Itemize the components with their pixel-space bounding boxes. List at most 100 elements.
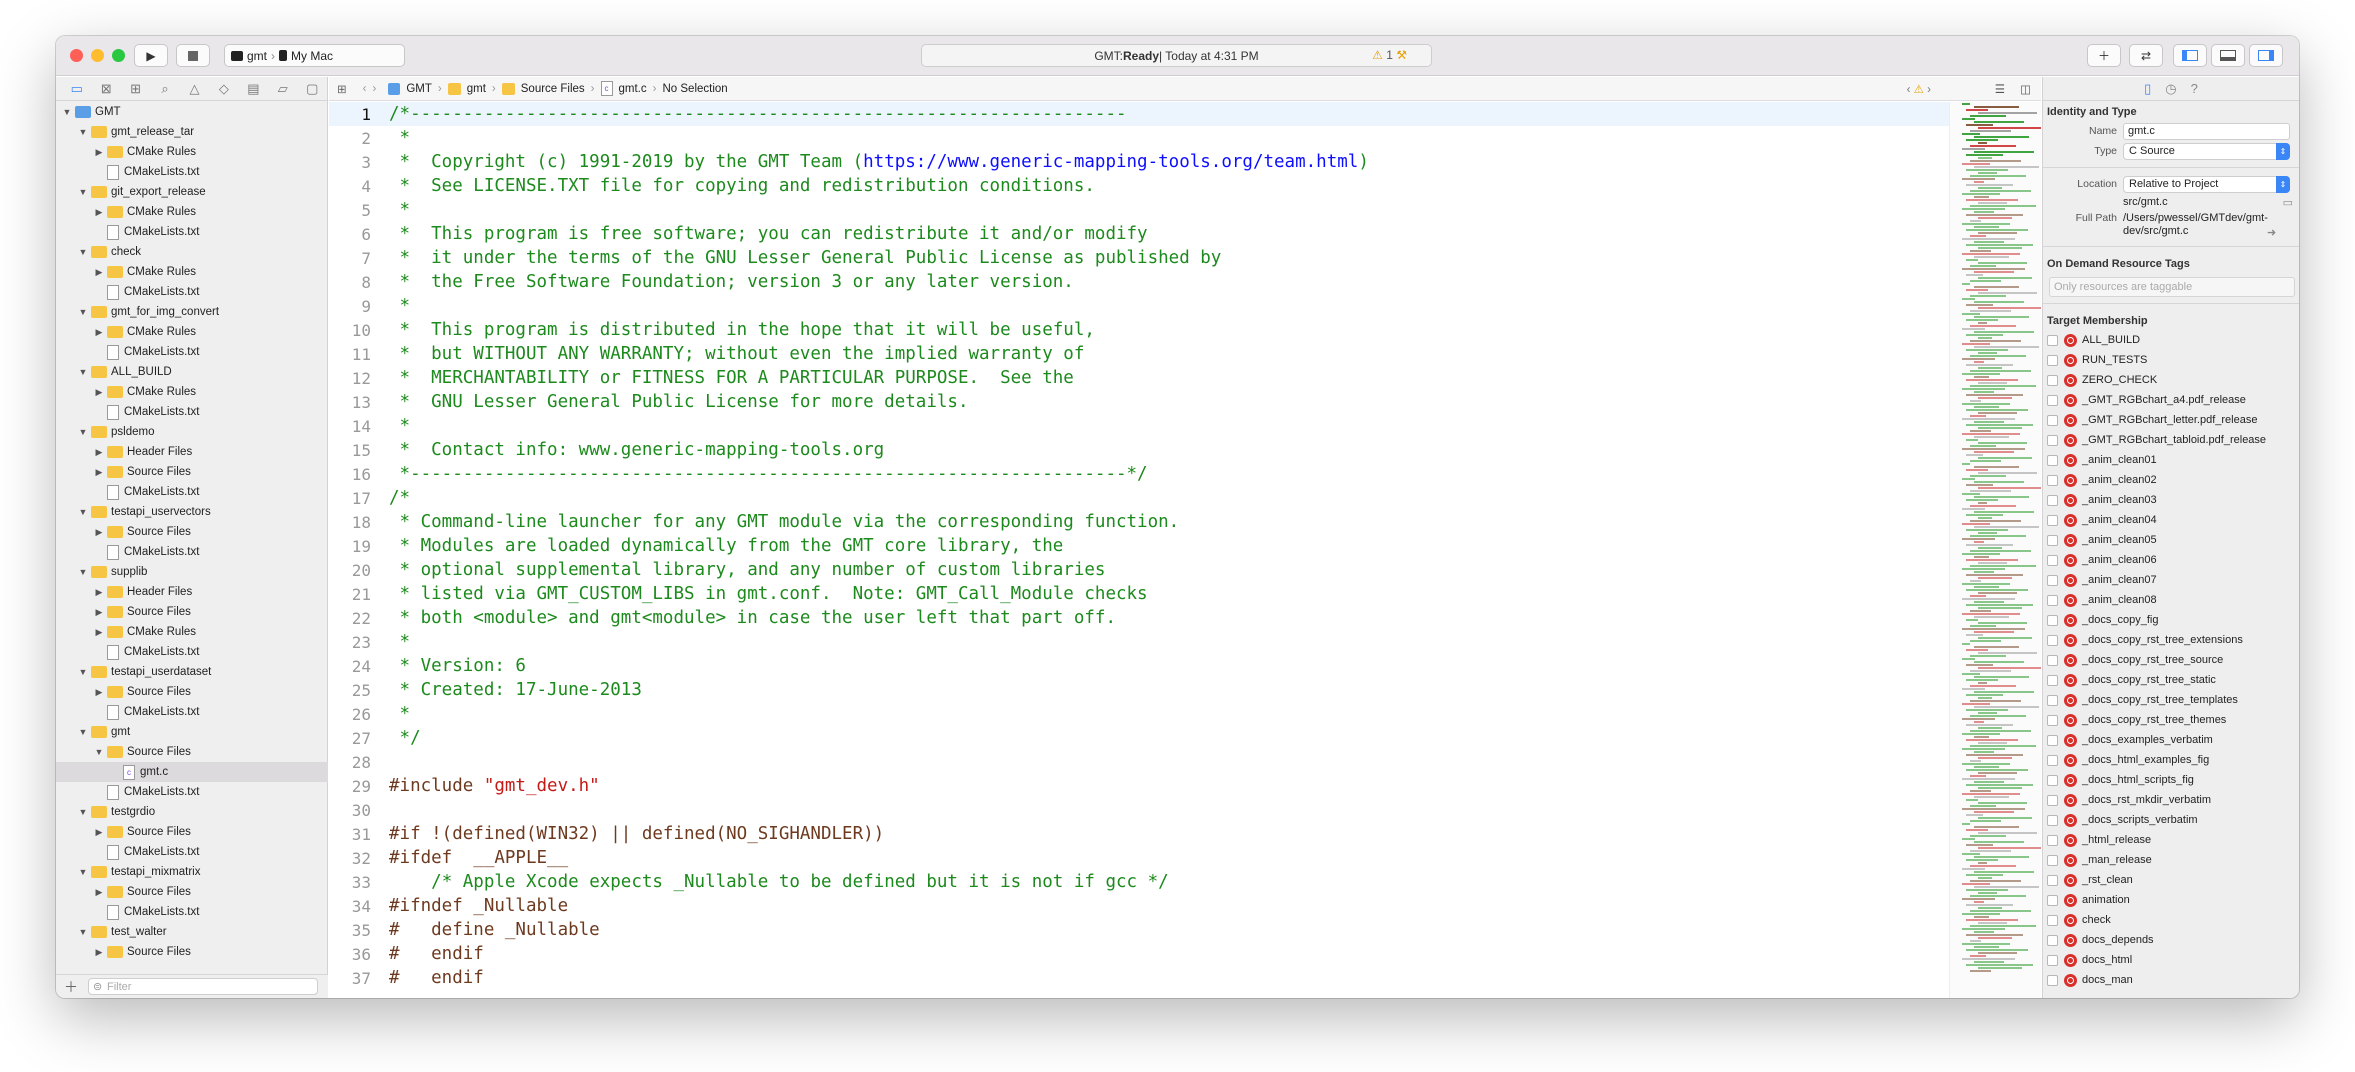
target-row[interactable]: _docs_copy_rst_tree_themes [2043,710,2299,730]
find-icon[interactable]: ⌕ [150,81,179,97]
code-line[interactable]: 36 # endif [329,942,1949,966]
disclosure-closed-icon[interactable]: ▶ [94,827,104,838]
tree-item[interactable]: ▶ Header Files [56,442,328,462]
target-checkbox[interactable] [2047,634,2058,646]
breakpoint-icon[interactable]: ▱ [268,81,297,97]
target-checkbox[interactable] [2047,654,2058,666]
target-checkbox[interactable] [2047,554,2058,566]
tree-item[interactable]: ▶ CMake Rules [56,262,328,282]
code-line[interactable]: 5 * [329,198,1949,222]
target-row[interactable]: docs_html [2043,950,2299,970]
target-row[interactable]: RUN_TESTS [2043,350,2299,370]
tree-item[interactable]: CMakeLists.txt [56,162,328,182]
target-checkbox[interactable] [2047,694,2058,706]
disclosure-closed-icon[interactable]: ▶ [94,267,104,278]
code-line[interactable]: 30 [329,798,1949,822]
breadcrumb-file[interactable]: gmt.c [619,83,647,95]
minimize-window-button[interactable] [91,49,104,62]
target-checkbox[interactable] [2047,894,2058,906]
target-row[interactable]: ZERO_CHECK [2043,370,2299,390]
tree-item[interactable]: ▼ gmt_for_img_convert [56,302,328,322]
code-line[interactable]: 28 [329,750,1949,774]
target-row[interactable]: _rst_clean [2043,870,2299,890]
target-row[interactable]: _anim_clean02 [2043,470,2299,490]
debug-icon[interactable]: ▤ [239,81,268,97]
tree-item[interactable]: ▶ Source Files [56,942,328,962]
tree-item[interactable]: ▶ Source Files [56,822,328,842]
tree-item[interactable]: ▼ git_export_release [56,182,328,202]
code-line[interactable]: 37 # endif [329,966,1949,990]
filter-field[interactable]: ⊜ Filter [88,978,318,995]
code-line[interactable]: 15 * Contact info: www.generic-mapping-t… [329,438,1949,462]
target-checkbox[interactable] [2047,494,2058,506]
target-checkbox[interactable] [2047,394,2058,406]
target-row[interactable]: _GMT_RGBchart_tabloid.pdf_release [2043,430,2299,450]
target-checkbox[interactable] [2047,914,2058,926]
code-line[interactable]: 4 * See LICENSE.TXT file for copying and… [329,174,1949,198]
code-line[interactable]: 10 * This program is distributed in the … [329,318,1949,342]
stop-button[interactable] [176,44,210,67]
target-checkbox[interactable] [2047,774,2058,786]
target-checkbox[interactable] [2047,334,2058,346]
target-checkbox[interactable] [2047,714,2058,726]
code-line[interactable]: 32 #ifdef __APPLE__ [329,846,1949,870]
disclosure-open-icon[interactable]: ▼ [62,107,72,117]
disclosure-open-icon[interactable]: ▼ [78,867,88,877]
disclosure-open-icon[interactable]: ▼ [78,567,88,577]
tree-item[interactable]: ▶ Source Files [56,522,328,542]
minimap-toggle-icon[interactable]: ☰ [1995,82,2005,96]
tree-item[interactable]: CMakeLists.txt [56,482,328,502]
tree-item[interactable]: ▼ gmt [56,722,328,742]
tree-item[interactable]: ▶ Source Files [56,462,328,482]
disclosure-closed-icon[interactable]: ▶ [94,147,104,158]
code-line[interactable]: 35 # define _Nullable [329,918,1949,942]
disclosure-closed-icon[interactable]: ▶ [94,587,104,598]
tree-item[interactable]: ▼ gmt_release_tar [56,122,328,142]
tree-item[interactable]: CMakeLists.txt [56,642,328,662]
tree-item[interactable]: ▶ Source Files [56,682,328,702]
close-window-button[interactable] [70,49,83,62]
code-line[interactable]: 33 /* Apple Xcode expects _Nullable to b… [329,870,1949,894]
target-checkbox[interactable] [2047,754,2058,766]
symbol-icon[interactable]: ⊞ [121,81,150,97]
target-row[interactable]: check [2043,910,2299,930]
tree-item[interactable]: c gmt.c [56,762,328,782]
disclosure-closed-icon[interactable]: ▶ [94,687,104,698]
code-line[interactable]: 27 */ [329,726,1949,750]
code-review-button[interactable]: ⇄ [2129,44,2163,67]
target-checkbox[interactable] [2047,474,2058,486]
code-line[interactable]: 34 #ifndef _Nullable [329,894,1949,918]
disclosure-closed-icon[interactable]: ▶ [94,467,104,478]
target-row[interactable]: animation [2043,890,2299,910]
disclosure-closed-icon[interactable]: ▶ [94,447,104,458]
grid-icon[interactable]: ⊞ [337,82,347,96]
breadcrumb-source-files[interactable]: Source Files [521,83,585,95]
disclosure-closed-icon[interactable]: ▶ [94,607,104,618]
disclosure-open-icon[interactable]: ▼ [78,187,88,197]
name-field[interactable]: gmt.c [2123,122,2290,140]
code-line[interactable]: 2 * [329,126,1949,150]
code-line[interactable]: 26 * [329,702,1949,726]
target-checkbox[interactable] [2047,374,2058,386]
code-line[interactable]: 3 * Copyright (c) 1991-2019 by the GMT T… [329,150,1949,174]
target-row[interactable]: _docs_copy_rst_tree_extensions [2043,630,2299,650]
code-area[interactable]: 1 /*-------------------------------------… [329,102,1949,998]
toggle-debug-area-button[interactable] [2211,44,2245,67]
code-line[interactable]: 12 * MERCHANTABILITY or FITNESS FOR A PA… [329,366,1949,390]
target-checkbox[interactable] [2047,674,2058,686]
disclosure-closed-icon[interactable]: ▶ [94,627,104,638]
tree-item[interactable]: CMakeLists.txt [56,902,328,922]
tree-item[interactable]: ▶ CMake Rules [56,382,328,402]
target-row[interactable]: docs_depends [2043,930,2299,950]
target-row[interactable]: _anim_clean03 [2043,490,2299,510]
disclosure-open-icon[interactable]: ▼ [78,127,88,137]
code-line[interactable]: 29 #include "gmt_dev.h" [329,774,1949,798]
add-editor-icon[interactable]: ◫ [2020,82,2031,96]
issue-icon[interactable]: △ [180,81,209,97]
tree-item[interactable]: CMakeLists.txt [56,842,328,862]
minimap[interactable] [1949,102,2041,998]
source-control-icon[interactable]: ⊠ [91,81,120,97]
tree-item[interactable]: ▶ Header Files [56,582,328,602]
code-line[interactable]: 21 * listed via GMT_CUSTOM_LIBS in gmt.c… [329,582,1949,606]
target-row[interactable]: _anim_clean01 [2043,450,2299,470]
